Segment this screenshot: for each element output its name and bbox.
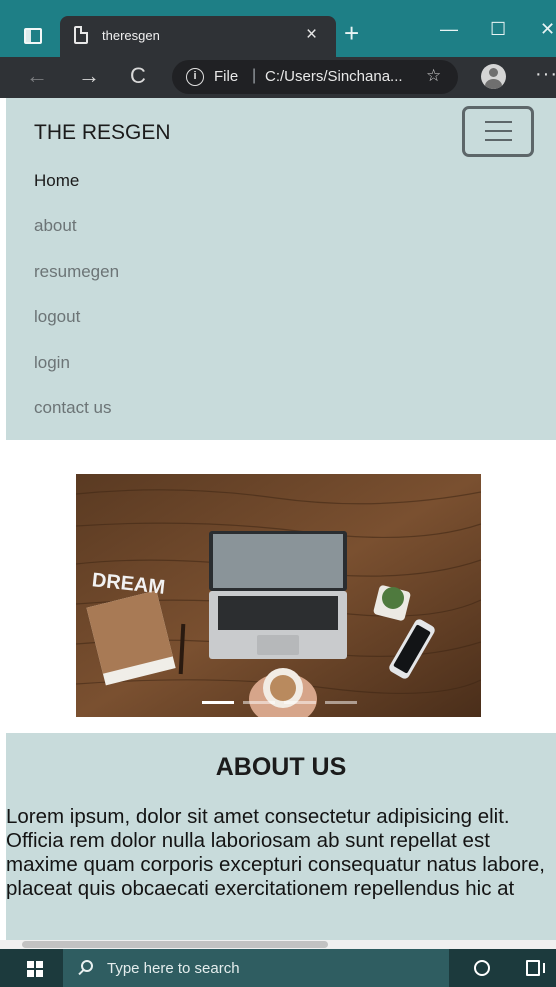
tab-actions-icon[interactable] bbox=[24, 28, 42, 44]
nav-link-login[interactable]: login bbox=[34, 353, 70, 373]
back-icon[interactable]: ← bbox=[26, 62, 48, 90]
search-placeholder: Type here to search bbox=[107, 960, 240, 977]
address-bar[interactable]: i File | C:/Users/Sinchana... ☆ bbox=[172, 60, 458, 94]
carousel-indicator[interactable] bbox=[284, 701, 316, 704]
scrollbar-thumb[interactable] bbox=[22, 941, 328, 948]
tab-title: theresgen bbox=[102, 28, 160, 43]
navbar-brand[interactable]: THE RESGEN bbox=[34, 121, 171, 145]
tab-close-icon[interactable]: × bbox=[306, 24, 317, 46]
nav-link-about[interactable]: about bbox=[34, 216, 77, 236]
more-menu-icon[interactable]: ··· bbox=[535, 63, 556, 86]
about-section: ABOUT US Lorem ipsum, dolor sit amet con… bbox=[6, 733, 556, 948]
nav-link-resumegen[interactable]: resumegen bbox=[34, 262, 119, 282]
reload-icon[interactable]: C bbox=[130, 62, 146, 90]
file-label: File bbox=[214, 68, 239, 85]
browser-toolbar: ← → C i File | C:/Users/Sinchana... ☆ ··… bbox=[0, 57, 556, 98]
add-favorite-icon[interactable]: ☆ bbox=[426, 66, 441, 86]
nav-link-contact[interactable]: contact us bbox=[34, 398, 112, 418]
search-icon bbox=[81, 960, 93, 972]
profile-avatar-icon[interactable] bbox=[481, 64, 506, 89]
about-heading: ABOUT US bbox=[215, 753, 347, 781]
hamburger-icon-line bbox=[485, 130, 512, 132]
forward-icon[interactable]: → bbox=[78, 62, 100, 90]
browser-tab[interactable]: theresgen × bbox=[60, 16, 336, 57]
maximize-icon[interactable]: ☐ bbox=[490, 18, 506, 40]
page-icon bbox=[74, 26, 88, 44]
address-separator: | bbox=[252, 67, 257, 84]
carousel-indicator[interactable] bbox=[202, 701, 234, 704]
browser-title-bar: theresgen × + — ☐ ✕ bbox=[0, 0, 556, 57]
carousel-indicators bbox=[202, 701, 357, 704]
window-close-icon[interactable]: ✕ bbox=[540, 18, 555, 40]
minimize-icon[interactable]: — bbox=[440, 18, 458, 40]
cortana-icon[interactable] bbox=[474, 960, 490, 976]
hamburger-icon-line bbox=[485, 139, 512, 141]
windows-start-icon[interactable] bbox=[27, 961, 43, 977]
site-navbar: THE RESGEN Home about resumegen logout l… bbox=[6, 98, 556, 440]
nav-link-home[interactable]: Home bbox=[34, 171, 79, 191]
carousel-indicator[interactable] bbox=[325, 701, 357, 704]
new-tab-icon[interactable]: + bbox=[344, 18, 359, 48]
screen: theresgen × + — ☐ ✕ ← → C i File | C:/Us… bbox=[0, 0, 556, 987]
about-text: Lorem ipsum, dolor sit amet consectetur … bbox=[6, 805, 545, 900]
hamburger-icon-line bbox=[485, 121, 512, 123]
dream-letters: DREAM bbox=[91, 569, 166, 599]
carousel-indicator[interactable] bbox=[243, 701, 275, 704]
nav-link-logout[interactable]: logout bbox=[34, 307, 80, 327]
task-view-icon[interactable] bbox=[526, 960, 545, 976]
taskbar-search-box[interactable]: Type here to search bbox=[63, 949, 449, 987]
navbar-toggler-button[interactable] bbox=[462, 106, 534, 157]
windows-taskbar: Type here to search bbox=[0, 949, 556, 987]
site-info-icon[interactable]: i bbox=[186, 68, 204, 86]
url-text[interactable]: C:/Users/Sinchana... bbox=[265, 68, 403, 85]
horizontal-scrollbar[interactable] bbox=[0, 940, 556, 949]
image-carousel[interactable]: DREAM bbox=[76, 474, 481, 717]
dream-text: DREAM bbox=[91, 569, 166, 599]
